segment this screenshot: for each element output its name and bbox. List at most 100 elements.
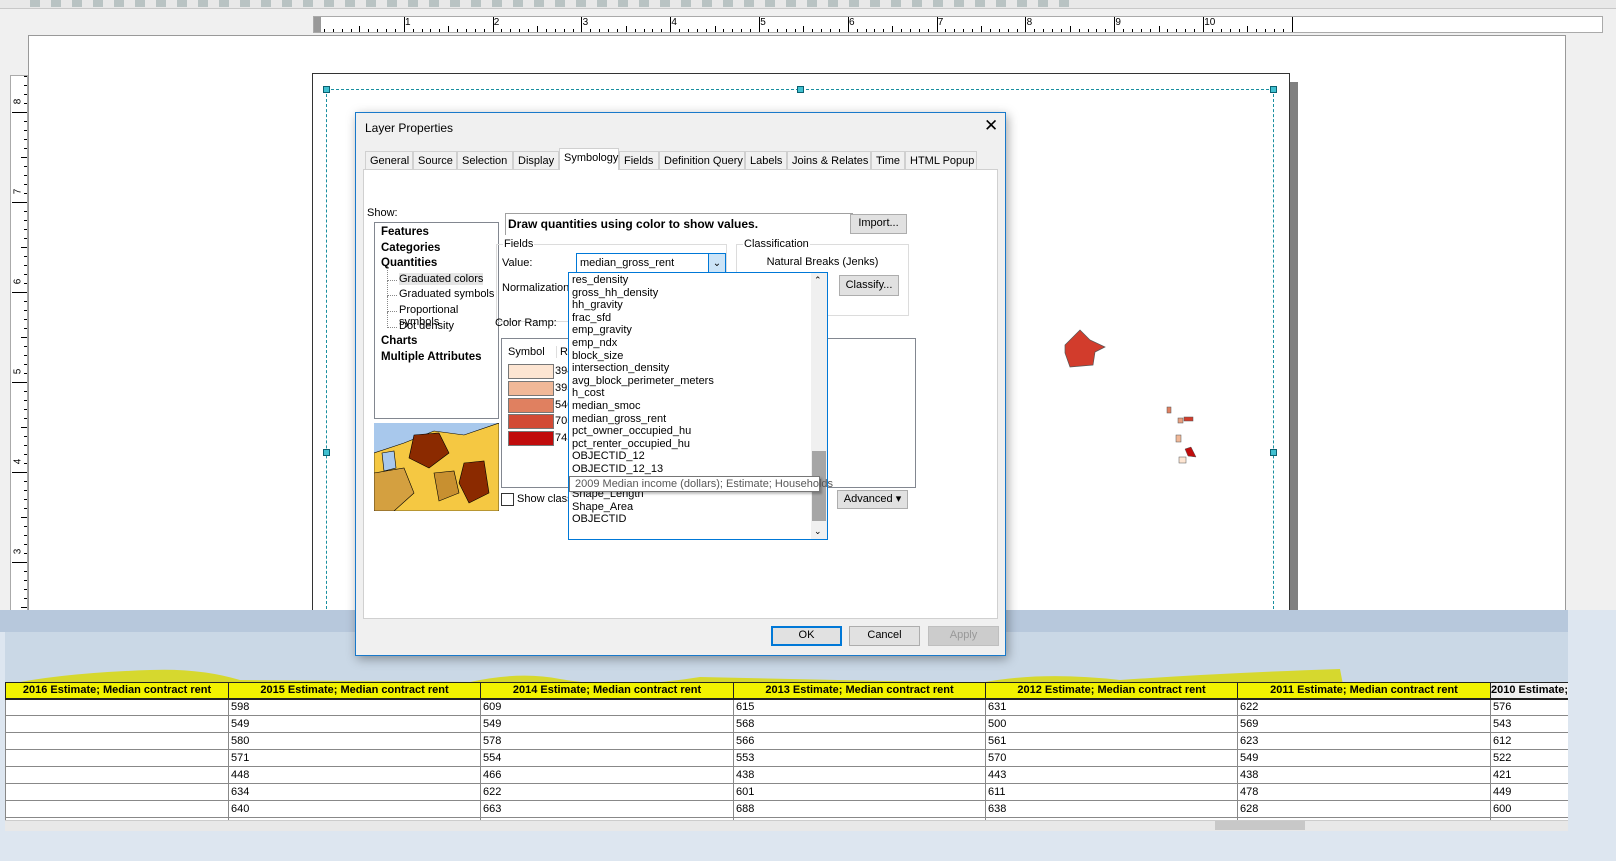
column-header[interactable]: 2010 Estimate; Median contract rent: [1490, 682, 1568, 700]
chevron-down-icon[interactable]: ⌄: [708, 254, 725, 273]
dropdown-option[interactable]: res_density: [572, 274, 628, 287]
toolbar-icon[interactable]: [597, 0, 607, 7]
table-cell[interactable]: 600: [1490, 800, 1568, 818]
toolbar-icon[interactable]: [1017, 0, 1027, 7]
scrollbar-thumb[interactable]: [1215, 821, 1305, 830]
table-row[interactable]: 549 549 568 500 569 543: [5, 715, 1568, 733]
toolbar-icon[interactable]: [681, 0, 691, 7]
table-cell[interactable]: 638: [985, 800, 1238, 818]
show-item-charts[interactable]: Charts: [381, 335, 417, 347]
toolbar-icon[interactable]: [975, 0, 985, 7]
toolbar-icon[interactable]: [387, 0, 397, 7]
attribute-table[interactable]: 2016 Estimate; Median contract rent 2015 …: [5, 682, 1568, 820]
toolbar-icon[interactable]: [282, 0, 292, 7]
toolbar-icon[interactable]: [996, 0, 1006, 7]
table-cell[interactable]: 543: [1490, 715, 1568, 733]
classify-button[interactable]: Classify...: [839, 275, 899, 296]
tab-source[interactable]: Source: [413, 151, 457, 170]
table-cell[interactable]: 478: [1237, 783, 1491, 801]
tab-selection[interactable]: Selection: [457, 151, 513, 170]
toolbar-icon[interactable]: [177, 0, 187, 7]
dropdown-option[interactable]: OBJECTID: [572, 513, 626, 526]
dropdown-option[interactable]: avg_block_perimeter_meters: [572, 375, 714, 388]
column-header[interactable]: 2012 Estimate; Median contract rent: [985, 682, 1238, 700]
table-row[interactable]: 598 609 615 631 622 576: [5, 698, 1568, 716]
toolbar-icon[interactable]: [618, 0, 628, 7]
table-cell[interactable]: 549: [228, 715, 481, 733]
class-symbol-swatch[interactable]: [508, 364, 554, 379]
table-cell[interactable]: 663: [480, 800, 734, 818]
toolbar-icon[interactable]: [1038, 0, 1048, 7]
toolbar-icon[interactable]: [891, 0, 901, 7]
toolbar-icon[interactable]: [954, 0, 964, 7]
table-cell[interactable]: 622: [1237, 698, 1491, 716]
toolbar-icon[interactable]: [93, 0, 103, 7]
table-cell[interactable]: 609: [480, 698, 734, 716]
table-row[interactable]: 448 466 438 443 438 421: [5, 766, 1568, 784]
toolbar-icon[interactable]: [807, 0, 817, 7]
table-row[interactable]: 634 622 601 611 478 449: [5, 783, 1568, 801]
table-cell[interactable]: 622: [480, 783, 734, 801]
import-button[interactable]: Import...: [850, 214, 907, 234]
toolbar-icon[interactable]: [912, 0, 922, 7]
dropdown-option[interactable]: emp_ndx: [572, 337, 617, 350]
scroll-down-icon[interactable]: ⌄: [814, 526, 822, 537]
table-cell[interactable]: 628: [1237, 800, 1491, 818]
table-cell[interactable]: 466: [480, 766, 734, 784]
dropdown-option[interactable]: Shape_Area: [572, 501, 633, 514]
table-cell[interactable]: 553: [733, 749, 986, 767]
toolbar-icon[interactable]: [765, 0, 775, 7]
resize-handle[interactable]: [323, 449, 330, 456]
toolbar-icon[interactable]: [114, 0, 124, 7]
value-field-options-list[interactable]: res_density gross_hh_density hh_gravity fra…: [568, 272, 828, 540]
show-item-graduated-colors[interactable]: Graduated colors: [399, 272, 484, 285]
toolbar-icon[interactable]: [849, 0, 859, 7]
show-item-multiple-attributes[interactable]: Multiple Attributes: [381, 351, 482, 363]
table-row[interactable]: 571 554 553 570 549 522: [5, 749, 1568, 767]
dropdown-option[interactable]: block_size: [572, 350, 623, 363]
toolbar-icon[interactable]: [261, 0, 271, 7]
show-item-categories[interactable]: Categories: [381, 242, 440, 254]
table-cell[interactable]: 688: [733, 800, 986, 818]
table-cell[interactable]: 631: [985, 698, 1238, 716]
dropdown-option[interactable]: h_cost: [572, 387, 604, 400]
toolbar-icon[interactable]: [471, 0, 481, 7]
table-cell[interactable]: 549: [1237, 749, 1491, 767]
table-row[interactable]: 580 578 566 561 623 612: [5, 732, 1568, 750]
table-cell[interactable]: [5, 749, 229, 767]
show-item-dot-density[interactable]: Dot density: [399, 320, 454, 332]
resize-handle[interactable]: [323, 86, 330, 93]
advanced-button[interactable]: Advanced ▾: [837, 490, 908, 509]
column-header[interactable]: 2013 Estimate; Median contract rent: [733, 682, 986, 700]
symbol-column-header[interactable]: Symbol: [508, 346, 545, 358]
show-class-ranges-checkbox[interactable]: [501, 493, 514, 506]
dropdown-option[interactable]: pct_owner_occupied_hu: [572, 425, 691, 438]
toolbar-icon[interactable]: [660, 0, 670, 7]
table-cell[interactable]: 611: [985, 783, 1238, 801]
toolbar-icon[interactable]: [324, 0, 334, 7]
dropdown-option[interactable]: median_gross_rent: [572, 413, 666, 426]
resize-handle[interactable]: [797, 86, 804, 93]
table-cell[interactable]: 576: [1490, 698, 1568, 716]
table-cell[interactable]: 566: [733, 732, 986, 750]
column-header[interactable]: 2016 Estimate; Median contract rent: [5, 682, 229, 700]
column-header[interactable]: 2011 Estimate; Median contract rent: [1237, 682, 1491, 700]
toolbar-icon[interactable]: [492, 0, 502, 7]
toolbar-icon[interactable]: [513, 0, 523, 7]
table-cell[interactable]: [5, 732, 229, 750]
toolbar-icon[interactable]: [219, 0, 229, 7]
scroll-up-icon[interactable]: ⌃: [814, 275, 822, 286]
toolbar-icon[interactable]: [555, 0, 565, 7]
table-cell[interactable]: 578: [480, 732, 734, 750]
table-cell[interactable]: 421: [1490, 766, 1568, 784]
toolbar-icon[interactable]: [156, 0, 166, 7]
table-cell[interactable]: [5, 800, 229, 818]
class-symbol-swatch[interactable]: [508, 414, 554, 430]
table-cell[interactable]: 570: [985, 749, 1238, 767]
table-cell[interactable]: 500: [985, 715, 1238, 733]
class-symbol-swatch[interactable]: [508, 380, 554, 396]
tab-joins-relates[interactable]: Joins & Relates: [787, 151, 871, 170]
tab-general[interactable]: General: [365, 151, 413, 170]
column-header[interactable]: 2014 Estimate; Median contract rent: [480, 682, 734, 700]
toolbar-icon[interactable]: [828, 0, 838, 7]
